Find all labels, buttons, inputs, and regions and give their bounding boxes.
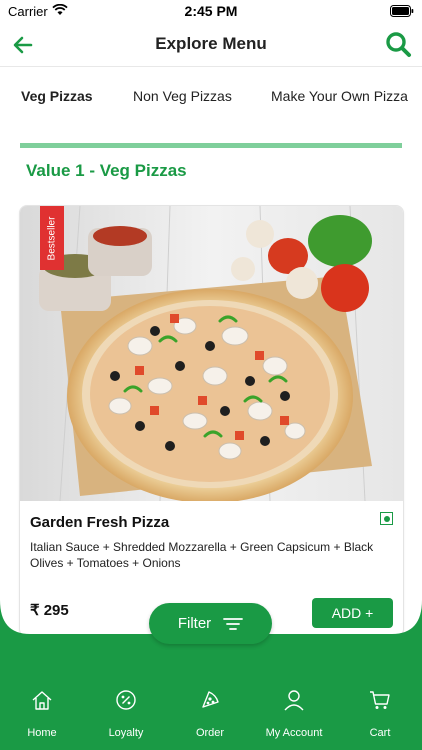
- status-time: 2:45 PM: [184, 3, 238, 19]
- nav-cart-label: Cart: [369, 727, 391, 739]
- status-bar: Carrier 2:45 PM: [0, 0, 422, 24]
- tab-non-veg-pizzas[interactable]: Non Veg Pizzas: [133, 88, 232, 104]
- battery-icon: [390, 5, 414, 17]
- pizza-slice-icon: [202, 691, 219, 708]
- pizza-image: [20, 206, 403, 501]
- bottom-nav: Home Loyalty Order My Account Cart: [0, 675, 422, 750]
- nav-my-account[interactable]: My Account: [252, 675, 336, 750]
- search-icon[interactable]: [384, 30, 412, 58]
- home-icon: [32, 691, 52, 710]
- bestseller-label: Bestseller: [46, 216, 58, 260]
- nav-home-label: Home: [27, 727, 57, 739]
- percent-badge-icon: [116, 690, 136, 710]
- header: Explore Menu: [0, 24, 422, 66]
- nav-my-account-label: My Account: [265, 727, 323, 739]
- section-divider: [20, 143, 402, 148]
- veg-dot: [383, 515, 390, 522]
- page-title: Explore Menu: [155, 34, 267, 53]
- nav-loyalty[interactable]: Loyalty: [84, 675, 168, 750]
- bestseller-badge: Bestseller: [40, 206, 64, 270]
- filter-lines-icon: [223, 617, 244, 630]
- add-button[interactable]: ADD +: [312, 598, 393, 628]
- menu-content: Value 1 - Veg Pizzas Bestseller Garden F…: [0, 123, 422, 637]
- nav-loyalty-label: Loyalty: [108, 727, 144, 739]
- pizza-name: Garden Fresh Pizza: [30, 514, 170, 531]
- nav-order-label: Order: [195, 727, 225, 739]
- nav-order[interactable]: Order: [168, 675, 252, 750]
- pizza-price: ₹ 295: [30, 602, 69, 619]
- pizza-description: Italian Sauce + Shredded Mozzarella + Gr…: [30, 540, 374, 570]
- veg-indicator-icon: [380, 512, 393, 525]
- category-tabs: Veg Pizzas Non Veg Pizzas Make Your Own …: [0, 66, 422, 124]
- filter-label: Filter: [177, 615, 212, 632]
- cart-icon: [370, 691, 390, 709]
- pizza-card[interactable]: Bestseller Garden Fresh Pizza Italian Sa…: [19, 205, 404, 637]
- tab-make-your-own-pizza[interactable]: Make Your Own Pizza: [271, 88, 408, 104]
- section-title: Value 1 - Veg Pizzas: [26, 161, 187, 180]
- tab-veg-pizzas[interactable]: Veg Pizzas: [21, 88, 93, 104]
- nav-home[interactable]: Home: [0, 675, 84, 750]
- filter-button[interactable]: Filter: [149, 603, 272, 644]
- nav-cart[interactable]: Cart: [338, 675, 422, 750]
- user-icon: [284, 690, 304, 711]
